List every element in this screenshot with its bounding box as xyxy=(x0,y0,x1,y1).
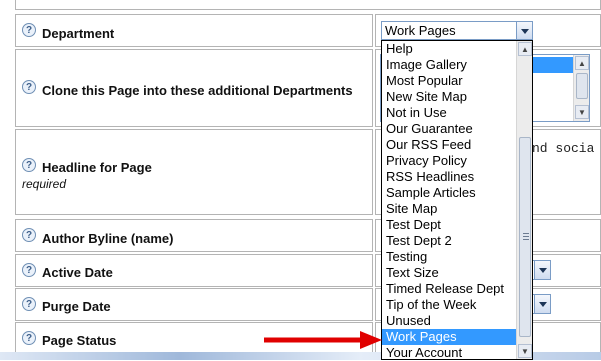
chevron-down-icon[interactable] xyxy=(534,295,550,313)
field-required-note: required xyxy=(22,177,67,191)
dropdown-option[interactable]: Timed Release Dept xyxy=(382,281,516,297)
thumb-grip xyxy=(523,236,529,237)
table-top-edge xyxy=(15,0,601,10)
dropdown-option[interactable]: Most Popular xyxy=(382,73,516,89)
dropdown-option[interactable]: Testing xyxy=(382,249,516,265)
dropdown-option[interactable]: Not in Use xyxy=(382,105,516,121)
headline-textarea-text[interactable]: nd socia xyxy=(532,141,594,156)
thumb-grip xyxy=(523,239,529,240)
scroll-up-icon[interactable]: ▲ xyxy=(518,42,532,56)
scroll-up-icon[interactable]: ▲ xyxy=(575,56,589,70)
help-icon[interactable]: ? xyxy=(22,23,36,37)
dropdown-option[interactable]: Site Map xyxy=(382,201,516,217)
field-label-department: Department xyxy=(42,26,115,41)
department-select[interactable]: Work Pages xyxy=(381,21,533,40)
field-row-headline: ? Headline for Page required xyxy=(15,129,373,215)
help-icon[interactable]: ? xyxy=(22,158,36,172)
help-icon[interactable]: ? xyxy=(22,263,36,277)
dropdown-option[interactable]: Help xyxy=(382,41,516,57)
dropdown-option[interactable]: Work Pages xyxy=(382,329,516,345)
field-label-author: Author Byline (name) xyxy=(42,231,174,246)
field-label-clone: Clone this Page into these additional De… xyxy=(42,83,353,98)
chevron-down-icon[interactable] xyxy=(516,22,532,39)
dropdown-option[interactable]: Sample Articles xyxy=(382,185,516,201)
dropdown-scrollbar[interactable]: ▲ ▼ xyxy=(516,41,532,359)
field-row-active-date: ? Active Date xyxy=(15,254,373,287)
field-row-purge-date: ? Purge Date xyxy=(15,288,373,321)
red-arrow-annotation xyxy=(264,331,382,349)
field-row-department: ? Department xyxy=(15,14,373,47)
scroll-thumb[interactable] xyxy=(519,137,531,337)
dropdown-option[interactable]: Privacy Policy xyxy=(382,153,516,169)
dropdown-option[interactable]: Our RSS Feed xyxy=(382,137,516,153)
dropdown-option[interactable]: Image Gallery xyxy=(382,57,516,73)
department-select-value: Work Pages xyxy=(385,23,456,38)
help-icon[interactable]: ? xyxy=(22,331,36,345)
chevron-down-icon[interactable] xyxy=(534,261,550,279)
dropdown-option[interactable]: Test Dept xyxy=(382,217,516,233)
scroll-down-icon[interactable]: ▼ xyxy=(518,344,532,358)
dropdown-option[interactable]: Text Size xyxy=(382,265,516,281)
scroll-thumb[interactable] xyxy=(576,73,588,99)
thumb-grip xyxy=(523,233,529,234)
help-icon[interactable]: ? xyxy=(22,297,36,311)
dropdown-option[interactable]: Tip of the Week xyxy=(382,297,516,313)
field-label-headline: Headline for Page xyxy=(42,160,152,175)
department-dropdown-list[interactable]: Help Image Gallery Most Popular New Site Ma… xyxy=(381,40,533,360)
field-row-author: ? Author Byline (name) xyxy=(15,219,373,252)
field-label-purge-date: Purge Date xyxy=(42,299,111,314)
dropdown-options: Help Image Gallery Most Popular New Site Ma… xyxy=(382,41,516,361)
help-icon[interactable]: ? xyxy=(22,80,36,94)
scroll-down-icon[interactable]: ▼ xyxy=(575,105,589,119)
dropdown-option[interactable]: Our Guarantee xyxy=(382,121,516,137)
dropdown-option[interactable]: Test Dept 2 xyxy=(382,233,516,249)
dropdown-option[interactable]: New Site Map xyxy=(382,89,516,105)
dropdown-option[interactable]: Unused xyxy=(382,313,516,329)
field-label-active-date: Active Date xyxy=(42,265,113,280)
help-icon[interactable]: ? xyxy=(22,228,36,242)
listbox-scrollbar[interactable]: ▲ ▼ xyxy=(573,55,589,121)
dropdown-option[interactable]: RSS Headlines xyxy=(382,169,516,185)
field-label-page-status: Page Status xyxy=(42,333,117,348)
dropdown-option[interactable]: Your Account xyxy=(382,345,516,361)
field-row-clone: ? Clone this Page into these additional … xyxy=(15,49,373,127)
